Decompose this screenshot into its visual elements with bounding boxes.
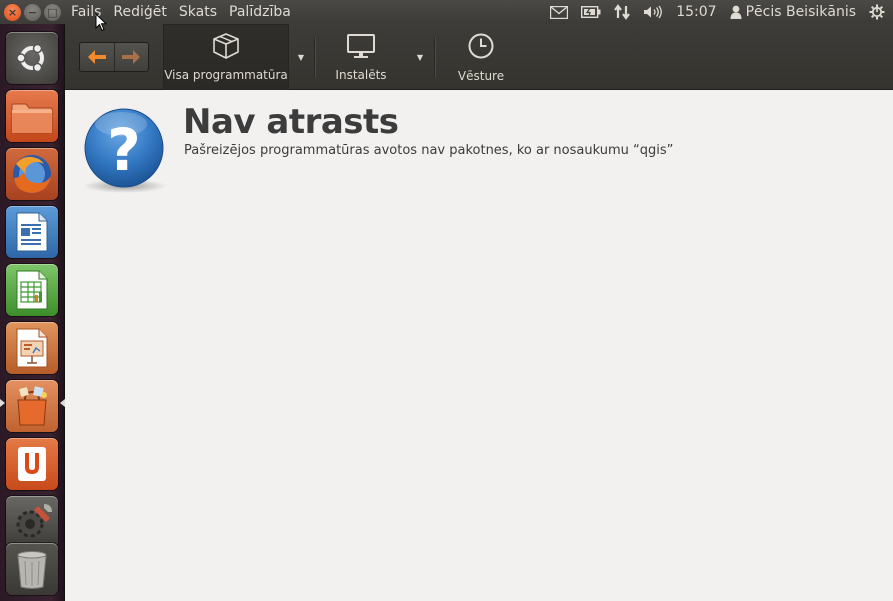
maximize-window-button[interactable]: □ (44, 3, 61, 21)
launcher-firefox[interactable] (6, 148, 58, 200)
window-controls: × − □ (0, 3, 64, 21)
user-name: Pēcis Beisikānis (745, 4, 856, 20)
launcher-system-settings[interactable] (6, 496, 58, 548)
clock[interactable]: 15:07 (676, 4, 716, 20)
toolbar-separator (434, 38, 435, 78)
active-pip-left (0, 399, 5, 407)
libreoffice-impress-icon (16, 328, 48, 368)
launcher-ubuntu[interactable] (6, 32, 58, 84)
mouse-cursor-icon (95, 13, 107, 32)
monitor-icon (347, 33, 375, 58)
back-button[interactable] (80, 43, 114, 71)
launcher-trash[interactable] (6, 543, 58, 595)
launcher-calc[interactable] (6, 264, 58, 316)
ubuntu-logo-icon (16, 43, 44, 73)
close-window-button[interactable]: × (4, 3, 21, 21)
launcher-impress[interactable] (6, 322, 58, 374)
menu-view[interactable]: Skats (179, 4, 217, 20)
tab-all-software-label: Visa programmatūra (164, 67, 288, 82)
folder-icon (11, 103, 53, 134)
forward-arrow-icon (122, 50, 141, 64)
toolbar: Visa programmatūra ▼ Instalēts ▼ Vēsture (65, 24, 893, 90)
launcher-software-center[interactable] (6, 380, 58, 432)
tab-history-label: Vēsture (457, 68, 505, 83)
all-software-dropdown[interactable]: ▼ (291, 24, 311, 90)
tab-installed-label: Instalēts (335, 67, 387, 82)
page-title: Nav atrasts (183, 102, 399, 142)
question-help-icon: ? (83, 108, 167, 193)
tab-all-software[interactable]: Visa programmatūra (163, 24, 289, 90)
ubuntu-one-icon (18, 447, 46, 481)
clock-history-icon (468, 33, 494, 58)
person-icon (730, 5, 742, 19)
libreoffice-calc-icon (16, 270, 48, 310)
installed-dropdown[interactable]: ▼ (410, 24, 430, 90)
back-arrow-icon (87, 50, 106, 64)
indicator-area: 15:07 Pēcis Beisikānis (550, 4, 893, 20)
trash-icon (17, 551, 47, 589)
chevron-down-icon: ▼ (416, 52, 424, 62)
tab-history[interactable]: Vēsture (439, 24, 523, 90)
user-menu[interactable]: Pēcis Beisikānis (730, 4, 856, 20)
firefox-icon (13, 155, 51, 193)
help-glyph: ? (107, 116, 141, 184)
navigation-buttons (79, 42, 149, 72)
speaker-icon[interactable] (643, 5, 663, 19)
chevron-down-icon: ▼ (297, 52, 305, 62)
battery-icon[interactable] (581, 6, 601, 18)
minimize-window-button[interactable]: − (24, 3, 41, 21)
toolbar-separator (314, 38, 315, 78)
menu-edit[interactable]: Rediģēt (113, 4, 166, 20)
launcher-files[interactable] (6, 90, 58, 142)
launcher-ubuntu-one[interactable] (6, 438, 58, 490)
envelope-icon[interactable] (550, 5, 569, 19)
software-center-bag-icon (17, 386, 47, 426)
main-content: ? Nav atrasts Pašreizējos programmatūras… (65, 90, 893, 601)
top-panel: × − □ Fails Rediģēt Skats Palīdzība 15:0… (0, 0, 893, 24)
all-software-box-icon (213, 32, 239, 59)
tab-installed[interactable]: Instalēts (317, 24, 405, 90)
system-settings-icon (16, 504, 52, 538)
launcher-writer[interactable] (6, 206, 58, 258)
network-updown-icon[interactable] (614, 4, 631, 20)
launcher (0, 24, 65, 601)
forward-button[interactable] (113, 43, 148, 71)
gear-power-icon[interactable] (869, 4, 885, 20)
libreoffice-writer-icon (16, 212, 48, 252)
menu-help[interactable]: Palīdzība (229, 4, 291, 20)
not-found-description: Pašreizējos programmatūras avotos nav pa… (184, 143, 674, 158)
